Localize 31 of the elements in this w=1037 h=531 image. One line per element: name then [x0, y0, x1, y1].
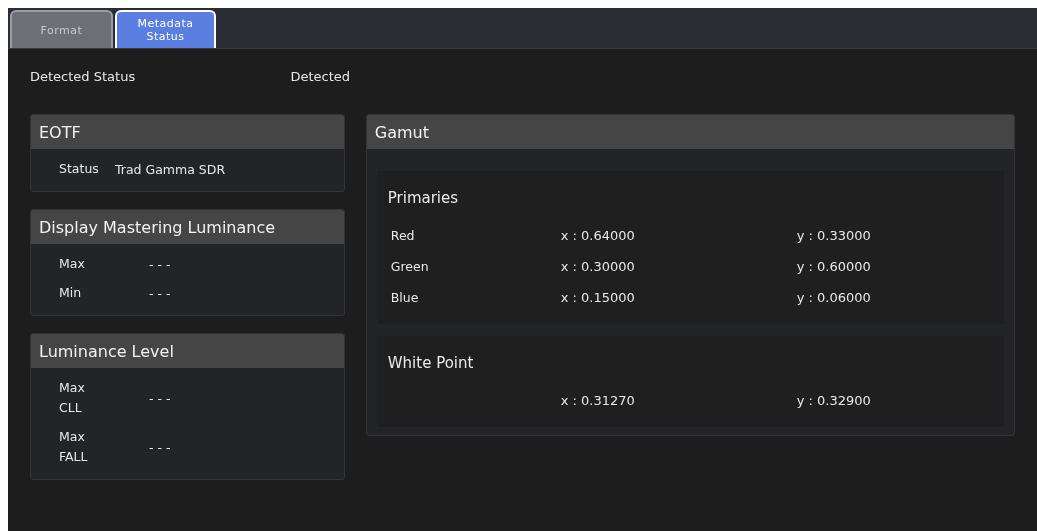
panel-title: Display Mastering Luminance: [31, 210, 344, 244]
panel-title: Luminance Level: [31, 334, 344, 368]
section-title: White Point: [386, 353, 475, 374]
detected-status-value: Detected: [290, 68, 350, 84]
field-label: Status: [59, 160, 100, 178]
tab[interactable]: Format: [10, 10, 113, 48]
detected-status-label: Detected Status: [30, 68, 136, 84]
x-value: x : 0.64000: [560, 228, 635, 243]
x-value: x : 0.30000: [560, 259, 635, 274]
x-value: x : 0.31270: [560, 393, 635, 408]
field-label: Max FALL: [59, 428, 89, 466]
y-value: y : 0.60000: [796, 259, 871, 274]
field-value: - - -: [149, 256, 171, 272]
field-value: - - -: [149, 390, 171, 406]
field-value: - - -: [149, 439, 171, 455]
section-title: Primaries: [386, 188, 460, 209]
panel-title: Gamut: [366, 115, 1014, 149]
color-label: Red: [390, 228, 415, 243]
y-value: y : 0.32900: [796, 393, 871, 408]
panel-title: EOTF: [31, 115, 344, 149]
field-value: Trad Gamma SDR: [115, 161, 226, 177]
color-label: Blue: [390, 290, 419, 305]
y-value: y : 0.33000: [796, 228, 871, 243]
x-value: x : 0.15000: [560, 290, 635, 305]
field-value: - - -: [149, 285, 171, 301]
field-label: Max: [59, 255, 86, 273]
field-label: Max CLL: [59, 379, 86, 417]
tab[interactable]: Metadata Status: [115, 10, 216, 48]
y-value: y : 0.06000: [796, 290, 871, 305]
field-label: Min: [59, 284, 83, 302]
color-label: Green: [390, 259, 429, 274]
